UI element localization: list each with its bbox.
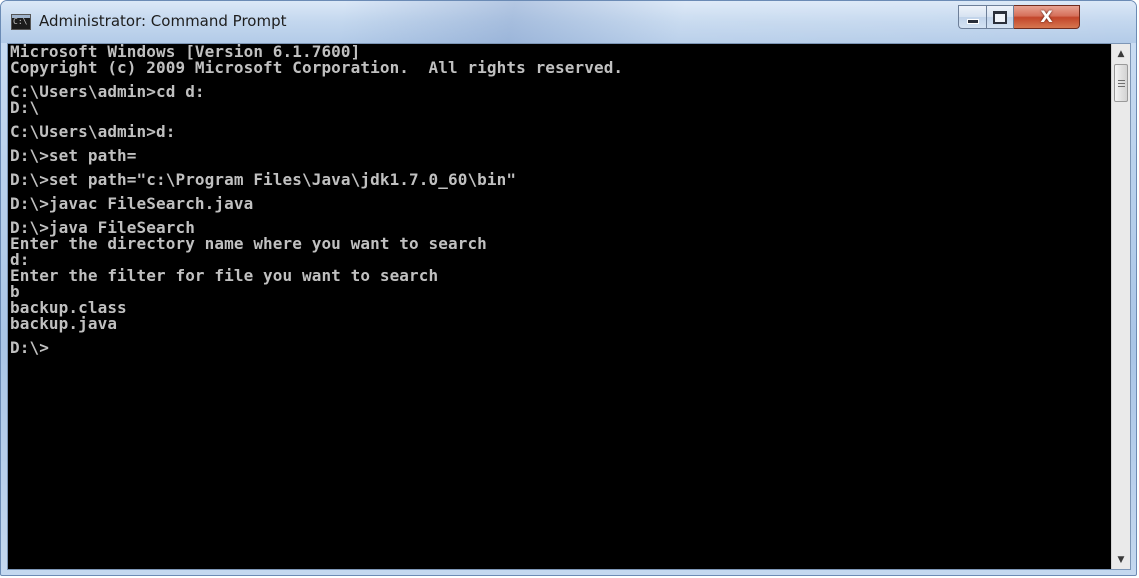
maximize-icon <box>993 10 1007 24</box>
console-line: Enter the directory name where you want … <box>10 234 487 253</box>
scrollbar-grip-icon <box>1117 79 1125 87</box>
app-icon-text: C:\ <box>13 17 28 26</box>
window-title: Administrator: Command Prompt <box>39 12 287 30</box>
command-prompt-icon[interactable]: C:\ <box>11 14 31 30</box>
console-line: backup.class <box>10 298 127 317</box>
scrollbar-thumb[interactable] <box>1114 64 1128 102</box>
scroll-up-arrow-icon[interactable]: ▲ <box>1112 45 1130 62</box>
console-line: C:\Users\admin>cd d: <box>10 82 205 101</box>
scroll-down-arrow-icon[interactable]: ▼ <box>1112 551 1130 568</box>
console-line: D:\>javac FileSearch.java <box>10 194 254 213</box>
console-line: b <box>10 282 20 301</box>
console-line: D:\>set path="c:\Program Files\Java\jdk1… <box>10 170 517 189</box>
console-line: backup.java <box>10 314 118 333</box>
console-line: D:\> <box>10 338 49 357</box>
console-line: D:\ <box>10 98 40 117</box>
close-button[interactable]: X <box>1014 5 1080 29</box>
title-bar[interactable]: C:\ Administrator: Command Prompt X <box>1 1 1136 43</box>
command-prompt-window: C:\ Administrator: Command Prompt X Micr… <box>0 0 1137 576</box>
vertical-scrollbar[interactable]: ▲ ▼ <box>1111 44 1130 569</box>
console-line: Enter the filter for file you want to se… <box>10 266 439 285</box>
minimize-button[interactable] <box>958 5 986 29</box>
close-icon: X <box>1040 7 1053 26</box>
console-line: D:\>set path= <box>10 146 137 165</box>
console-line: C:\Users\admin>d: <box>10 122 176 141</box>
minimize-icon <box>966 18 979 24</box>
maximize-button[interactable] <box>986 5 1014 29</box>
console-line: Copyright (c) 2009 Microsoft Corporation… <box>10 58 624 77</box>
console-area[interactable]: Microsoft Windows [Version 6.1.7600] Copy… <box>7 43 1131 570</box>
console-output[interactable]: Microsoft Windows [Version 6.1.7600] Copy… <box>8 44 1112 569</box>
